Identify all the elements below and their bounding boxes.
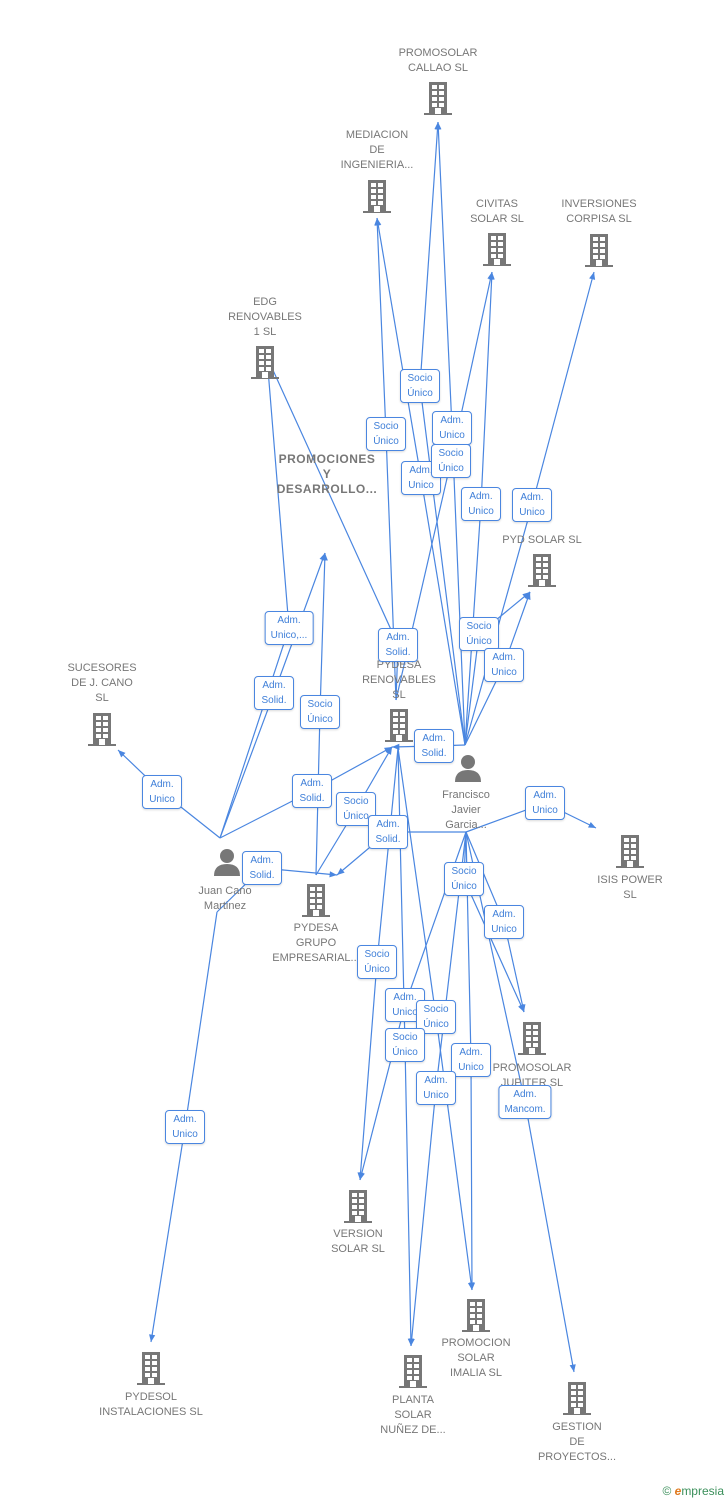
relationship-label[interactable]: Adm. Unico (142, 775, 182, 809)
relationship-label[interactable]: Adm. Unico (484, 648, 524, 682)
relationship-label[interactable]: Adm. Unico (432, 411, 472, 445)
person-juan[interactable]: Juan Cano Martinez (165, 884, 285, 914)
relationship-label[interactable]: Adm. Unico (451, 1043, 491, 1077)
building-icon (585, 234, 613, 267)
building-icon (363, 180, 391, 213)
relationship-label[interactable]: Adm. Unico (512, 488, 552, 522)
arrowhead (468, 1282, 476, 1290)
brand-name: mpresia (681, 1484, 724, 1498)
company-callao[interactable]: PROMOSOLAR CALLAO SL (378, 46, 498, 76)
building-icon (399, 1355, 427, 1388)
company-pyd[interactable]: PYD SOLAR SL (482, 533, 602, 548)
building-icon (528, 554, 556, 587)
company-corpisa[interactable]: INVERSIONES CORPISA SL (539, 197, 659, 227)
company-imalia[interactable]: PROMOCION SOLAR IMALIA SL (416, 1336, 536, 1381)
person-icon (214, 849, 240, 876)
relationship-label[interactable]: Adm. Unico,... (264, 611, 314, 645)
company-promociones[interactable]: PROMOCIONES Y DESARROLLO... (267, 452, 387, 497)
person-francisco[interactable]: Francisco Javier Garcia... (406, 788, 526, 833)
relationship-label[interactable]: Adm. Unico (461, 487, 501, 521)
company-sucesores[interactable]: SUCESORES DE J. CANO SL (42, 661, 162, 706)
relationship-label[interactable]: Socio Único (459, 617, 499, 651)
building-icon (563, 1382, 591, 1415)
company-version[interactable]: VERSION SOLAR SL (298, 1227, 418, 1257)
relationship-label[interactable]: Adm. Solid. (292, 774, 332, 808)
relationship-label[interactable]: Socio Único (431, 444, 471, 478)
building-icon (385, 709, 413, 742)
arrowhead (375, 218, 382, 226)
relationship-label[interactable]: Adm. Solid. (254, 676, 294, 710)
building-icon (302, 884, 330, 917)
company-isis[interactable]: ISIS POWER SL (570, 873, 690, 903)
building-icon (424, 82, 452, 115)
relationship-label[interactable]: Adm. Solid. (414, 729, 454, 763)
relationship-label[interactable]: Adm. Solid. (378, 628, 418, 662)
relationship-label[interactable]: Socio Único (385, 1028, 425, 1062)
arrowhead (149, 1334, 156, 1342)
building-icon (137, 1352, 165, 1385)
building-icon (518, 1022, 546, 1055)
relationship-label[interactable]: Adm. Unico (484, 905, 524, 939)
relationship-label[interactable]: Adm. Solid. (242, 851, 282, 885)
building-icon (88, 713, 116, 746)
relationship-label[interactable]: Adm. Mancom. (498, 1085, 552, 1119)
building-icon (616, 835, 644, 868)
copyright-symbol: © (662, 1484, 672, 1498)
arrowhead (569, 1364, 576, 1372)
company-pydesol[interactable]: PYDESOL INSTALACIONES SL (91, 1390, 211, 1420)
relationship-label[interactable]: Adm. Unico (165, 1110, 205, 1144)
building-icon (251, 346, 279, 379)
building-icon (344, 1190, 372, 1223)
empresia-logo: © empresia (662, 1484, 724, 1498)
edge-line (219, 356, 290, 839)
relationship-label[interactable]: Adm. Solid. (368, 815, 408, 849)
relationship-label[interactable]: Socio Único (366, 417, 406, 451)
building-icon (483, 233, 511, 266)
company-planta[interactable]: PLANTA SOLAR NUÑEZ DE... (353, 1393, 473, 1438)
relationship-label[interactable]: Socio Único (400, 369, 440, 403)
relationship-label[interactable]: Adm. Unico (525, 786, 565, 820)
building-icon (462, 1299, 490, 1332)
relationship-label[interactable]: Adm. Unico (416, 1071, 456, 1105)
person-icon (455, 755, 481, 782)
company-gestion[interactable]: GESTION DE PROYECTOS... (517, 1420, 637, 1465)
company-pydesa-renov[interactable]: PYDESA RENOVABLES SL (339, 658, 459, 703)
relationship-label[interactable]: Socio Único (300, 695, 340, 729)
relationship-label[interactable]: Socio Único (357, 945, 397, 979)
company-mediacion[interactable]: MEDIACION DE INGENIERIA... (317, 128, 437, 173)
company-edg[interactable]: EDG RENOVABLES 1 SL (205, 295, 325, 340)
relationship-label[interactable]: Socio Único (444, 862, 484, 896)
